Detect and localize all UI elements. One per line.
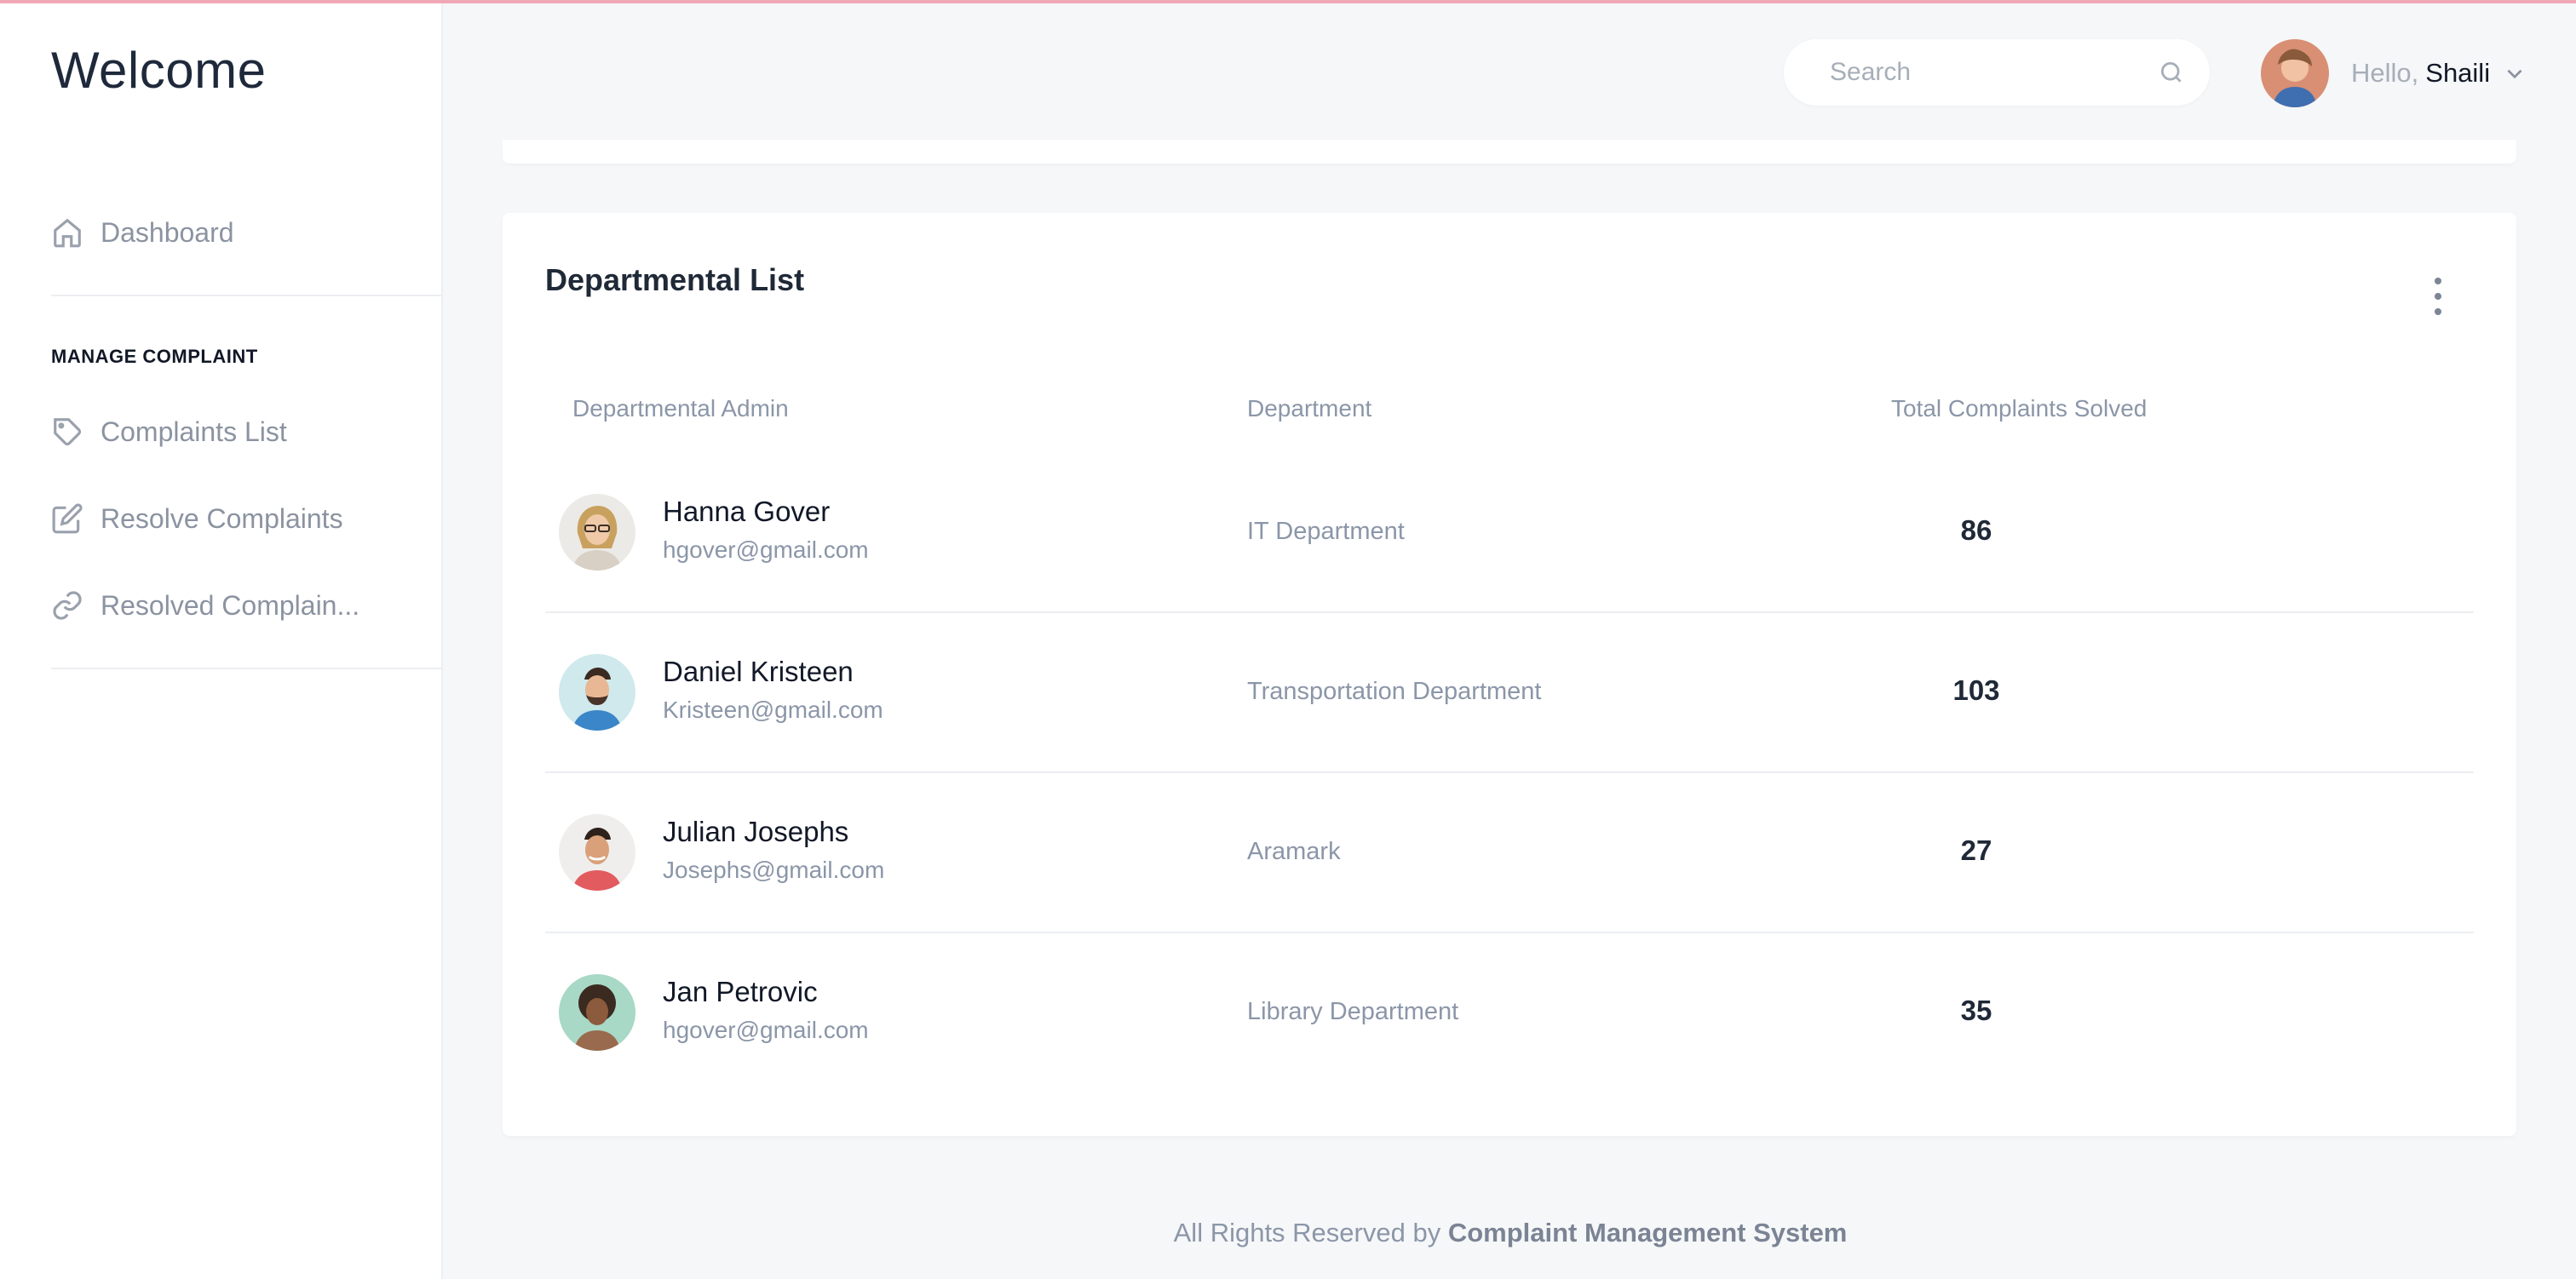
sidebar-item-label: Complaints List	[101, 416, 287, 447]
avatar	[2261, 39, 2329, 107]
sidebar-divider	[51, 668, 443, 669]
avatar	[559, 494, 635, 571]
department-name: IT Department	[1247, 518, 1405, 545]
search-input[interactable]	[1830, 58, 2159, 87]
search-icon[interactable]	[2159, 56, 2184, 89]
footer-text: All Rights Reserved by	[1173, 1218, 1441, 1247]
total-complaints-solved: 35	[1960, 995, 1992, 1026]
sidebar: Welcome Dashboard MANAGE COMPLAINT Compl…	[0, 3, 443, 1279]
chevron-down-icon	[2507, 69, 2522, 79]
sidebar-divider	[51, 295, 443, 296]
column-header-total: Total Complaints Solved	[1891, 395, 2148, 422]
admin-email: Josephs@gmail.com	[663, 857, 885, 883]
column-header-admin: Departmental Admin	[572, 395, 789, 422]
card-title: Departmental List	[545, 262, 805, 297]
sidebar-item-resolve-complaints[interactable]: Resolve Complaints	[51, 502, 343, 535]
more-options-icon[interactable]	[2423, 272, 2453, 320]
admin-name: Daniel Kristeen	[663, 656, 854, 687]
sidebar-item-complaints-list[interactable]: Complaints List	[51, 416, 287, 448]
sidebar-brand: Welcome	[51, 42, 267, 99]
department-name: Library Department	[1247, 998, 1459, 1025]
avatar	[559, 974, 635, 1051]
top-header: Hello, Shaili	[445, 3, 2576, 140]
avatar	[559, 814, 635, 891]
link-icon	[53, 591, 82, 620]
admin-email: hgover@gmail.com	[663, 536, 869, 563]
sidebar-section-label: MANAGE COMPLAINT	[51, 346, 258, 367]
admin-name: Jan Petrovic	[663, 976, 818, 1007]
sidebar-item-label: Resolve Complaints	[101, 502, 343, 534]
table-row: Daniel Kristeen Kristeen@gmail.com Trans…	[545, 613, 2474, 773]
sidebar-item-label: Dashboard	[101, 216, 234, 248]
department-name: Transportation Department	[1247, 678, 1542, 705]
table-row: Hanna Gover hgover@gmail.com IT Departme…	[545, 453, 2474, 613]
page-footer: All Rights Reserved by Complaint Managem…	[445, 1218, 2576, 1248]
department-name: Aramark	[1247, 838, 1341, 865]
total-complaints-solved: 27	[1960, 835, 1992, 866]
admin-email: Kristeen@gmail.com	[663, 697, 883, 723]
sidebar-item-resolved-complaints[interactable]: Resolved Complain...	[51, 589, 359, 622]
total-complaints-solved: 103	[1952, 674, 2000, 706]
total-complaints-solved: 86	[1960, 514, 1992, 546]
edit-icon	[52, 503, 83, 534]
home-icon	[54, 218, 81, 248]
departmental-list-card: Departmental List Departmental Admin Dep…	[503, 213, 2516, 1136]
search-box	[1784, 39, 2210, 106]
column-header-department: Department	[1247, 395, 1372, 422]
admin-name: Hanna Gover	[663, 496, 831, 527]
footer-brand: Complaint Management System	[1447, 1218, 1848, 1247]
user-name: Shaili	[2425, 58, 2491, 88]
avatar	[559, 654, 635, 731]
sidebar-item-label: Resolved Complain...	[101, 589, 360, 621]
tag-icon	[54, 418, 82, 446]
sidebar-item-dashboard[interactable]: Dashboard	[51, 216, 234, 249]
previous-card-edge	[503, 140, 2516, 163]
user-greeting: Hello,	[2351, 58, 2419, 88]
table-row: Julian Josephs Josephs@gmail.com Aramark…	[545, 773, 2474, 933]
admin-name: Julian Josephs	[663, 816, 849, 847]
user-menu[interactable]: Hello, Shaili	[2261, 39, 2526, 107]
table-row: Jan Petrovic hgover@gmail.com Library De…	[545, 933, 2474, 1093]
admin-email: hgover@gmail.com	[663, 1017, 869, 1043]
